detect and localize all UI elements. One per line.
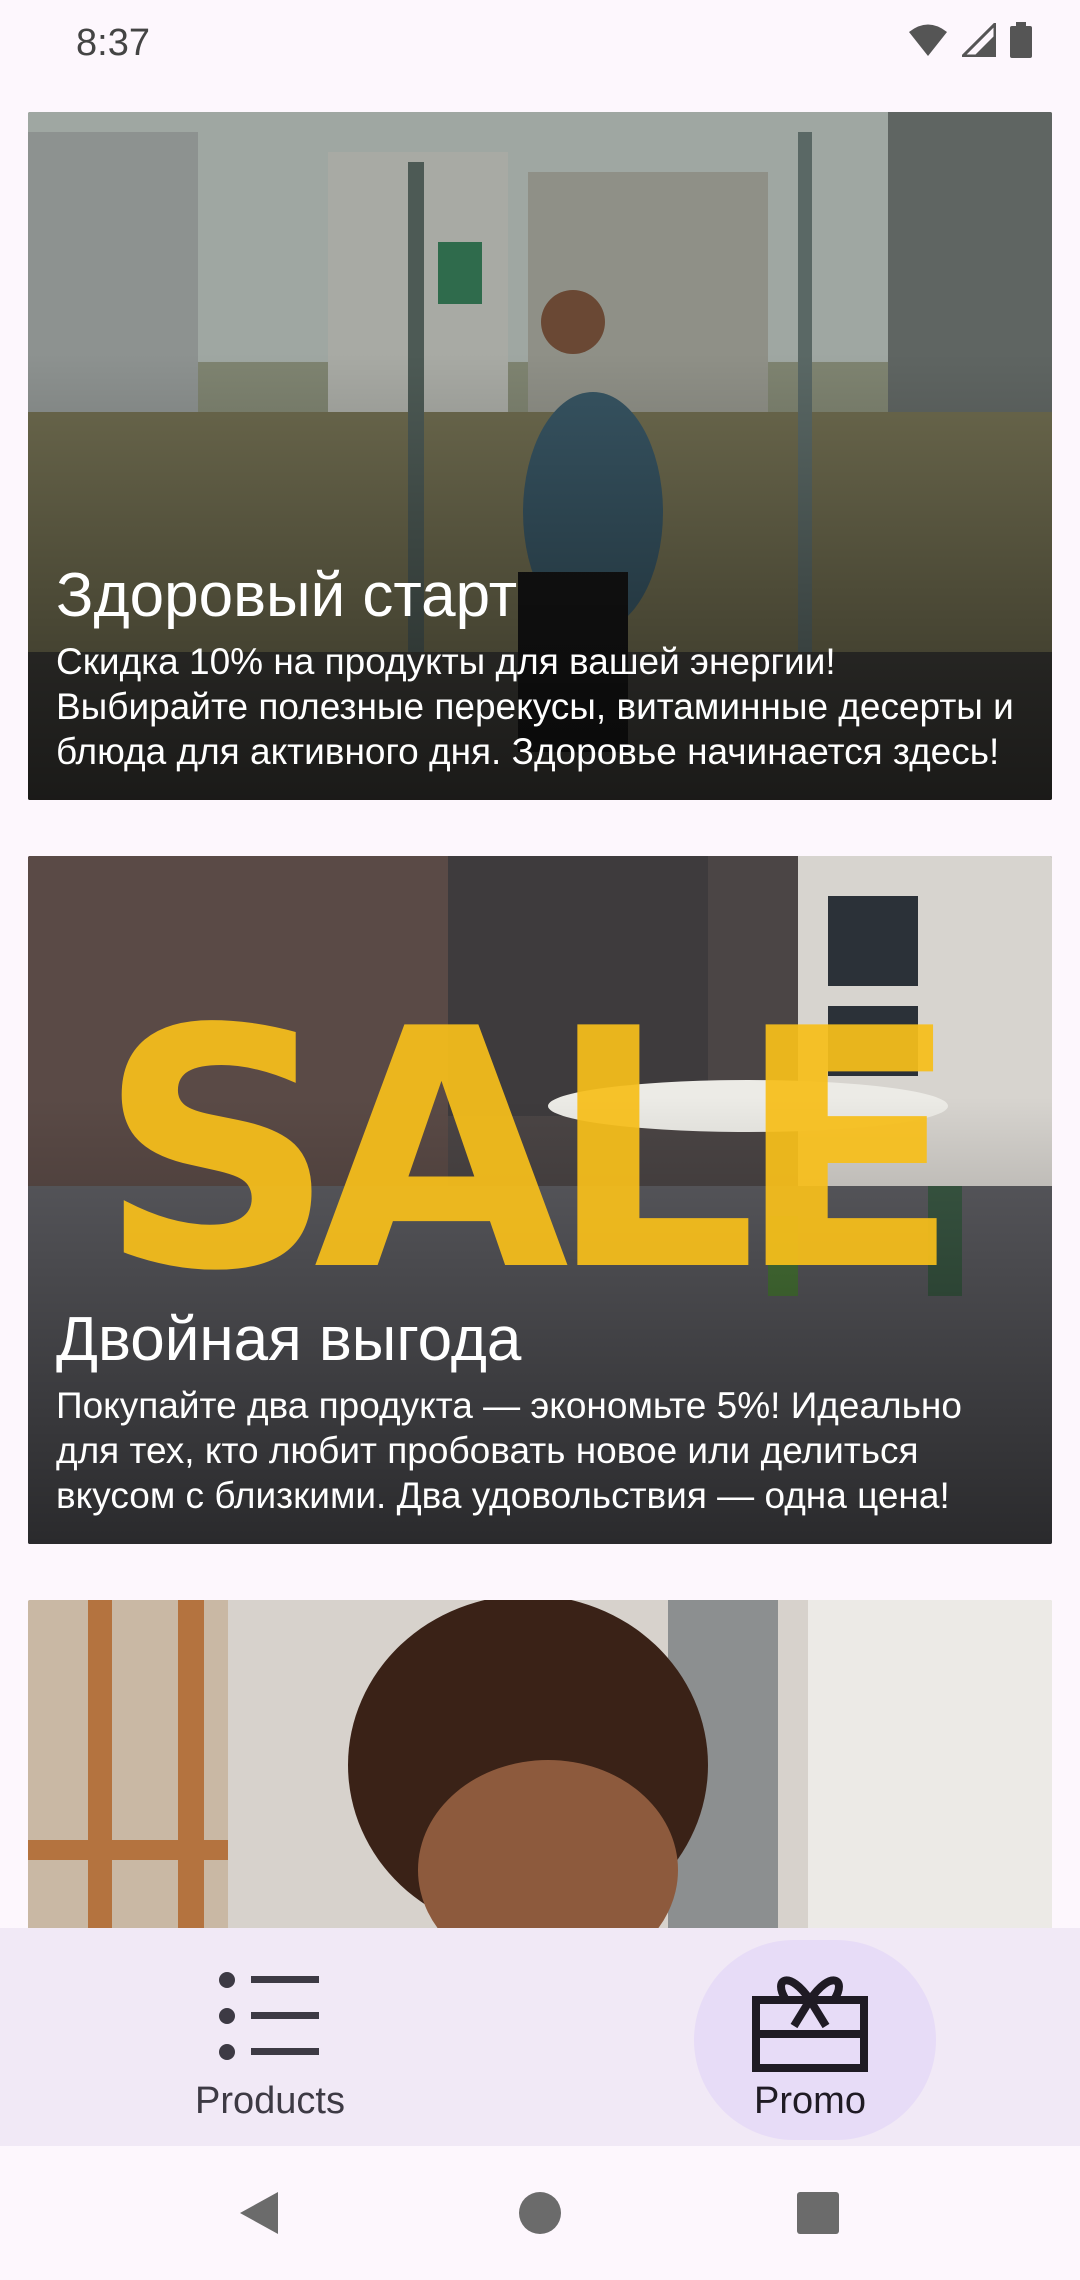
status-time: 8:37: [76, 22, 150, 64]
promo-card-third[interactable]: [28, 1600, 1052, 1928]
gift-icon: [540, 1966, 1080, 2072]
recents-icon[interactable]: [795, 2190, 841, 2236]
promo-title: Здоровый старт: [56, 561, 518, 630]
status-bar: 8:37: [0, 0, 1080, 90]
sale-graphic-text: SALE: [98, 959, 961, 1343]
wifi-icon: [909, 24, 947, 56]
signal-icon: [962, 23, 996, 57]
home-icon[interactable]: [517, 2190, 563, 2236]
promo-text: Здоровый старт Скидка 10% на продукты дл…: [56, 561, 1026, 774]
back-icon[interactable]: [236, 2190, 282, 2236]
nav-label-products: Products: [195, 2080, 345, 2122]
promo-title: Двойная выгода: [56, 1305, 522, 1374]
promo-text: Двойная выгода Покупайте два продукта — …: [56, 1305, 1026, 1518]
promo-card-double-benefit[interactable]: SALE Двойная выгода Покупайте два продук…: [28, 856, 1052, 1544]
promo-image-third: [28, 1600, 1052, 1928]
promo-description: Покупайте два продукта — экономьте 5%! И…: [56, 1385, 962, 1516]
status-icons: [908, 22, 1032, 58]
nav-item-promo[interactable]: Promo: [540, 1928, 1080, 2146]
bottom-navigation: Products Promo: [0, 1928, 1080, 2146]
promo-list[interactable]: Здоровый старт Скидка 10% на продукты дл…: [0, 90, 1080, 1928]
list-icon: [0, 1966, 540, 2066]
system-navigation-bar: [0, 2146, 1080, 2280]
promo-description: Скидка 10% на продукты для вашей энергии…: [56, 641, 1014, 772]
nav-label-promo: Promo: [754, 2080, 866, 2122]
battery-icon: [1010, 22, 1032, 58]
promo-card-healthy-start[interactable]: Здоровый старт Скидка 10% на продукты дл…: [28, 112, 1052, 800]
nav-item-products[interactable]: Products: [0, 1928, 540, 2146]
